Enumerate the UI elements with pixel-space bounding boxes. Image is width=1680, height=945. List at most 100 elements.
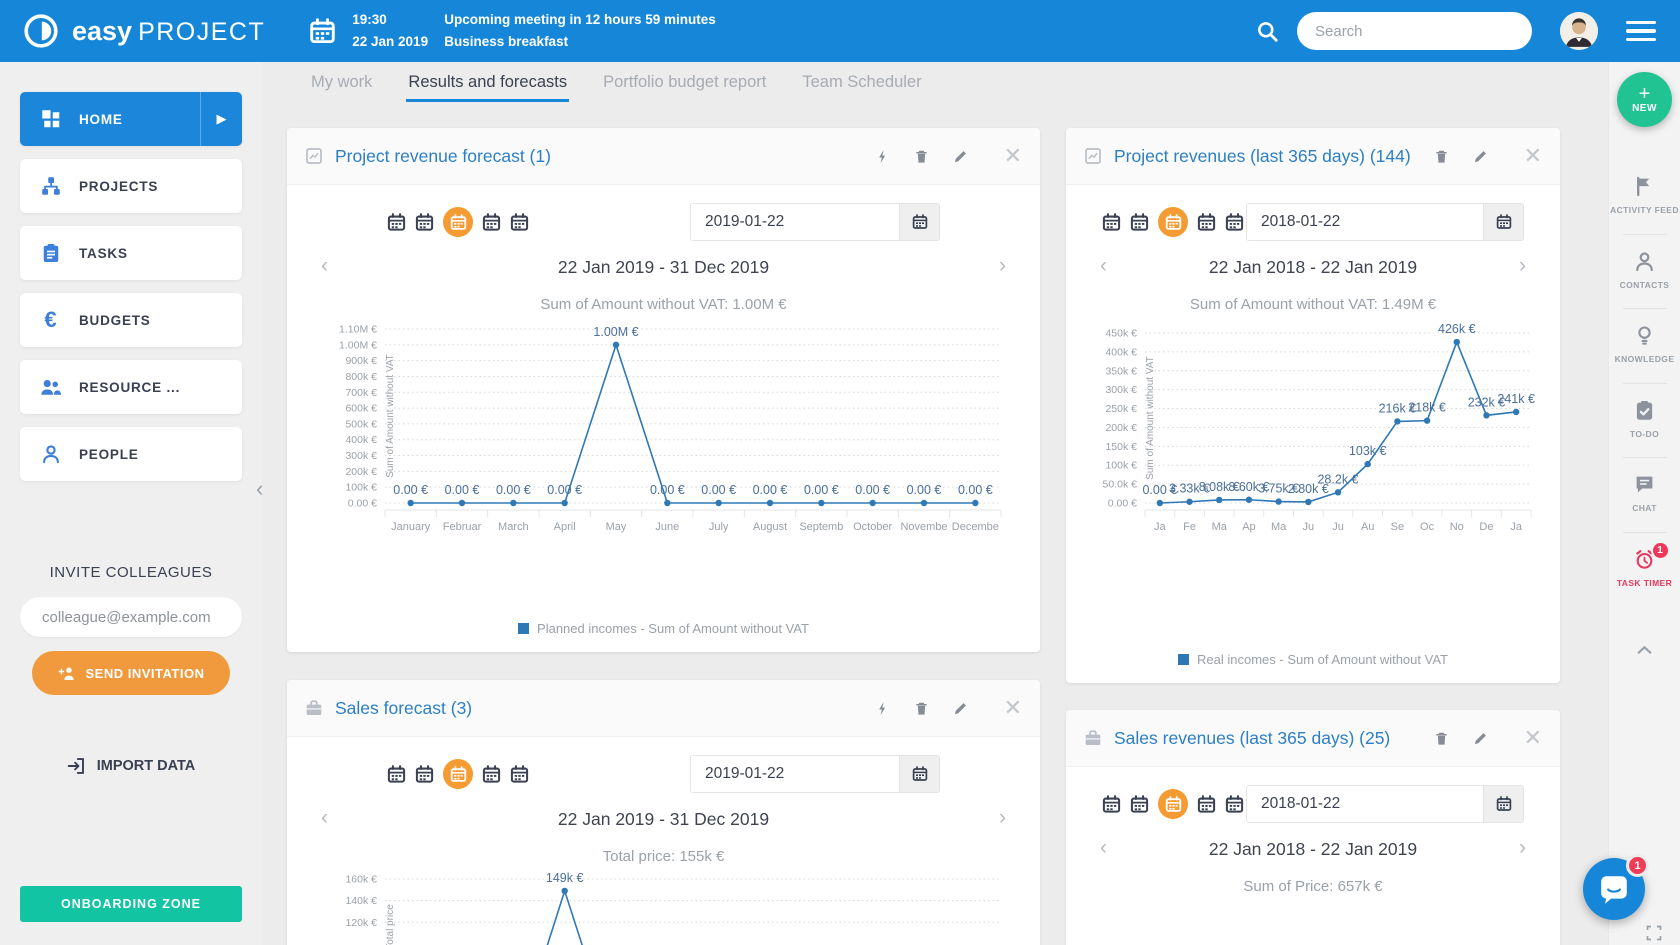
calendar-preset-icon-active[interactable] (443, 207, 473, 237)
calendar-preset-icon[interactable] (1197, 213, 1216, 232)
calendar-preset-icon[interactable] (415, 765, 434, 784)
svg-text:No: No (1450, 521, 1464, 533)
user-avatar[interactable] (1560, 12, 1598, 50)
calendar-preset-icon[interactable] (510, 765, 529, 784)
rail-item-label: CHAT (1632, 503, 1657, 514)
support-chat-button[interactable]: 1 (1583, 854, 1649, 920)
pencil-icon[interactable] (953, 701, 968, 716)
brand-logo[interactable]: easy PROJECT (22, 12, 265, 50)
close-icon[interactable]: ✕ (1524, 145, 1542, 167)
import-data-link[interactable]: IMPORT DATA (67, 757, 195, 775)
prev-period-chevron[interactable]: ‹ (1100, 255, 1107, 276)
date-input[interactable] (691, 204, 899, 240)
calendar-preset-icon[interactable] (510, 213, 529, 232)
date-input[interactable] (1247, 786, 1483, 822)
chevron-up-icon[interactable] (1637, 646, 1652, 655)
rail-item-todo[interactable]: TO-DO (1610, 400, 1680, 442)
chart-subtitle: Sum of Amount without VAT: 1.49M € (1189, 295, 1437, 313)
calendar-preset-icon-active[interactable] (443, 759, 473, 789)
svg-text:August: August (752, 521, 786, 533)
close-icon[interactable]: ✕ (1004, 697, 1022, 719)
svg-text:Ap: Ap (1242, 521, 1255, 533)
expand-arrow-icon[interactable]: ▶ (200, 92, 242, 146)
trash-icon[interactable] (914, 149, 929, 164)
period-nav: ‹ 22 Jan 2018 - 22 Jan 2019 › (1066, 835, 1560, 864)
prev-period-chevron[interactable]: ‹ (321, 807, 328, 828)
svg-text:0.00 €: 0.00 € (1108, 497, 1137, 509)
trash-icon[interactable] (1434, 731, 1449, 746)
onboarding-zone-button[interactable]: ONBOARDING ZONE (20, 886, 242, 922)
calendar-preset-icon-active[interactable] (1158, 789, 1188, 819)
invite-email-field[interactable] (20, 597, 242, 637)
meeting-title: Upcoming meeting in 12 hours 59 minutes (444, 12, 716, 27)
svg-text:Oc: Oc (1420, 521, 1435, 533)
next-period-chevron[interactable]: › (999, 807, 1006, 828)
svg-text:0.00 €: 0.00 € (393, 483, 428, 497)
sidebar-item-projects[interactable]: PROJECTS (20, 159, 242, 213)
next-period-chevron[interactable]: › (1519, 255, 1526, 276)
next-period-chevron[interactable]: › (1519, 837, 1526, 858)
close-icon[interactable]: ✕ (1524, 727, 1542, 749)
rail-item-activity-feed[interactable]: ACTIVITY FEED (1610, 176, 1680, 218)
sidebar-item-home[interactable]: HOME ▶ (20, 92, 242, 146)
search-input[interactable] (1297, 12, 1532, 50)
calendar-preset-icon[interactable] (1102, 213, 1121, 232)
sidebar-collapse-chevron[interactable]: ‹ (256, 476, 263, 502)
prev-period-chevron[interactable]: ‹ (1100, 837, 1107, 858)
svg-text:0.00 €: 0.00 € (649, 483, 684, 497)
close-icon[interactable]: ✕ (1004, 145, 1022, 167)
pencil-icon[interactable] (1473, 731, 1488, 746)
trash-icon[interactable] (1434, 149, 1449, 164)
fullscreen-icon[interactable] (1646, 925, 1662, 941)
calendar-preset-icon[interactable] (387, 213, 406, 232)
easy-project-logo-icon (22, 12, 60, 50)
svg-text:Septemb: Septemb (799, 521, 843, 533)
calendar-preset-icon-active[interactable] (1158, 207, 1188, 237)
hamburger-menu-icon[interactable] (1626, 16, 1656, 47)
prev-period-chevron[interactable]: ‹ (321, 255, 328, 276)
sidebar-item-tasks[interactable]: TASKS (20, 226, 242, 280)
svg-text:Februar: Februar (442, 521, 481, 533)
date-picker-button[interactable] (1483, 786, 1523, 822)
rail-item-chat[interactable]: CHAT (1610, 474, 1680, 516)
rail-item-task-timer[interactable]: 1 TASK TIMER (1610, 540, 1680, 591)
rail-item-contacts[interactable]: CONTACTS (1610, 251, 1680, 293)
date-input[interactable] (1247, 204, 1483, 240)
next-period-chevron[interactable]: › (999, 255, 1006, 276)
calendar-preset-icon[interactable] (482, 213, 501, 232)
pencil-icon[interactable] (953, 149, 968, 164)
new-button[interactable]: + NEW (1617, 72, 1672, 127)
sidebar-item-resource[interactable]: RESOURCE ... (20, 360, 242, 414)
trash-icon[interactable] (914, 701, 929, 716)
date-picker-button[interactable] (899, 756, 939, 792)
period-controls (287, 203, 1040, 241)
svg-text:May: May (605, 521, 626, 533)
calendar-preset-icon[interactable] (482, 765, 501, 784)
bolt-icon[interactable] (875, 149, 890, 164)
sidebar-item-budgets[interactable]: € BUDGETS (20, 293, 242, 347)
calendar-preset-icon[interactable] (1102, 795, 1121, 814)
bolt-icon[interactable] (875, 701, 890, 716)
calendar-icon[interactable] (309, 18, 336, 45)
sidebar-item-people[interactable]: PEOPLE (20, 427, 242, 481)
search-icon[interactable] (1256, 20, 1279, 43)
pencil-icon[interactable] (1473, 149, 1488, 164)
tab-results-and-forecasts[interactable]: Results and forecasts (406, 73, 569, 102)
tab-team-scheduler[interactable]: Team Scheduler (802, 73, 921, 102)
calendar-preset-icon[interactable] (1130, 795, 1149, 814)
send-invitation-button[interactable]: SEND INVITATION (31, 651, 231, 695)
rail-item-knowledge[interactable]: KNOWLEDGE (1610, 325, 1680, 367)
date-picker-button[interactable] (899, 204, 939, 240)
calendar-preset-icon[interactable] (387, 765, 406, 784)
upcoming-meeting[interactable]: 19:30 Upcoming meeting in 12 hours 59 mi… (352, 9, 716, 53)
calendar-preset-icon[interactable] (415, 213, 434, 232)
calendar-preset-icon[interactable] (1197, 795, 1216, 814)
svg-text:De: De (1479, 521, 1493, 533)
tab-portfolio-budget-report[interactable]: Portfolio budget report (603, 73, 766, 102)
tab-my-work[interactable]: My work (311, 73, 372, 102)
calendar-preset-icon[interactable] (1130, 213, 1149, 232)
date-picker-button[interactable] (1483, 204, 1523, 240)
date-input[interactable] (691, 756, 899, 792)
calendar-preset-icon[interactable] (1225, 213, 1244, 232)
calendar-preset-icon[interactable] (1225, 795, 1244, 814)
